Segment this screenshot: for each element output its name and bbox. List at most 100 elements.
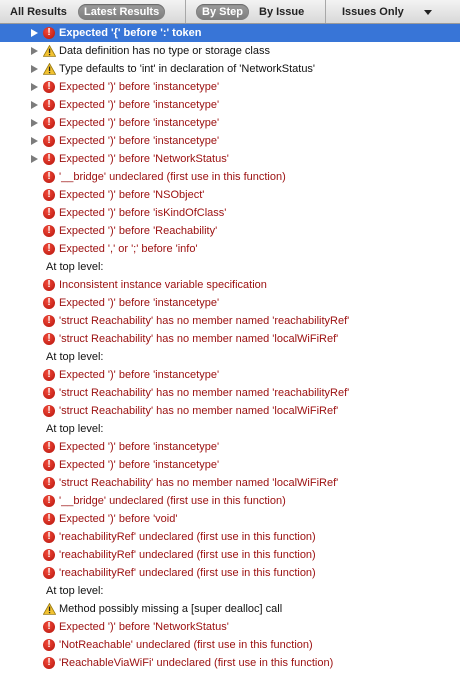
issue-message: 'struct Reachability' has no member name… (59, 315, 350, 327)
error-icon: ! (43, 441, 55, 453)
view-by-step[interactable]: By Step (196, 4, 249, 20)
disclosure-triangle-icon[interactable] (31, 65, 38, 73)
error-icon: ! (43, 531, 55, 543)
issue-row[interactable]: ! Expected ')' before 'instancetype' (0, 438, 460, 456)
error-icon: ! (43, 369, 55, 381)
issue-row[interactable]: ! 'struct Reachability' has no member nam… (0, 384, 460, 402)
filter-latest-results[interactable]: Latest Results (78, 4, 166, 20)
disclosure-triangle-icon[interactable] (31, 119, 38, 127)
issue-row[interactable]: ! Expected ')' before 'instancetype' (0, 114, 460, 132)
section-header: At top level: (46, 585, 104, 597)
error-icon: ! (43, 81, 55, 93)
error-icon: ! (43, 657, 55, 669)
issue-message: '__bridge' undeclared (first use in this… (59, 495, 286, 507)
issue-row[interactable]: ! '__bridge' undeclared (first use in thi… (0, 168, 460, 186)
error-icon: ! (43, 243, 55, 255)
issue-message: Expected ')' before 'void' (59, 513, 178, 525)
error-icon: ! (43, 639, 55, 651)
issue-message: Expected '{' before ':' token (59, 27, 202, 39)
issue-row[interactable]: ! Expected ')' before 'instancetype' (0, 78, 460, 96)
issue-message: 'NotReachable' undeclared (first use in … (59, 639, 313, 651)
issue-message: Expected ')' before 'instancetype' (59, 441, 220, 453)
issue-row[interactable]: ! Expected ')' before 'NetworkStatus' (0, 150, 460, 168)
error-icon: ! (43, 567, 55, 579)
error-icon: ! (43, 135, 55, 147)
issue-message: Expected ')' before 'NSObject' (59, 189, 205, 201)
issue-row[interactable]: ! Inconsistent instance variable specific… (0, 276, 460, 294)
error-icon: ! (43, 549, 55, 561)
issue-row[interactable]: ! Expected ',' or ';' before 'info' (0, 240, 460, 258)
issue-message: Expected ',' or ';' before 'info' (59, 243, 198, 255)
view-by-issue[interactable]: By Issue (259, 4, 304, 20)
issue-message: Expected ')' before 'instancetype' (59, 117, 220, 129)
issue-row[interactable]: ! 'reachabilityRef' undeclared (first use… (0, 528, 460, 546)
chevron-down-icon[interactable] (424, 10, 432, 15)
disclosure-triangle-icon[interactable] (31, 101, 38, 109)
error-icon: ! (43, 513, 55, 525)
build-results-toolbar: All Results Latest Results By Step By Is… (0, 0, 460, 24)
warning-icon (42, 602, 57, 615)
warning-icon (42, 44, 57, 57)
error-icon: ! (43, 27, 55, 39)
issue-row[interactable]: ! Expected ')' before 'Reachability' (0, 222, 460, 240)
issue-message: '__bridge' undeclared (first use in this… (59, 171, 286, 183)
error-icon: ! (43, 99, 55, 111)
issue-message: Expected ')' before 'instancetype' (59, 99, 220, 111)
disclosure-triangle-icon[interactable] (31, 155, 38, 163)
disclosure-triangle-icon[interactable] (31, 29, 38, 37)
error-icon: ! (43, 207, 55, 219)
issue-message: Expected ')' before 'NetworkStatus' (59, 621, 229, 633)
section-header: At top level: (46, 351, 104, 363)
filter-all-results[interactable]: All Results (10, 4, 67, 20)
issue-row[interactable]: ! 'reachabilityRef' undeclared (first use… (0, 564, 460, 582)
issue-row[interactable]: ! 'reachabilityRef' undeclared (first use… (0, 546, 460, 564)
issue-message: Inconsistent instance variable specifica… (59, 279, 267, 291)
issue-row[interactable]: ! '__bridge' undeclared (first use in thi… (0, 492, 460, 510)
issue-row[interactable]: Data definition has no type or storage c… (0, 42, 460, 60)
issue-message: 'struct Reachability' has no member name… (59, 477, 339, 489)
issue-row[interactable]: ! Expected ')' before 'NSObject' (0, 186, 460, 204)
issue-row[interactable]: ! 'struct Reachability' has no member nam… (0, 312, 460, 330)
issue-message: Expected ')' before 'instancetype' (59, 81, 220, 93)
issue-row[interactable]: ! 'NotReachable' undeclared (first use in… (0, 636, 460, 654)
issue-row[interactable]: ! Expected ')' before 'isKindOfClass' (0, 204, 460, 222)
issue-message: 'reachabilityRef' undeclared (first use … (59, 549, 316, 561)
warning-icon (42, 62, 57, 75)
issue-row[interactable]: ! 'ReachableViaWiFi' undeclared (first us… (0, 654, 460, 672)
error-icon: ! (43, 279, 55, 291)
issues-only-popup[interactable]: Issues Only (342, 4, 404, 20)
section-header: At top level: (46, 423, 104, 435)
issue-row[interactable]: Type defaults to 'int' in declaration of… (0, 60, 460, 78)
issue-row[interactable]: ! Expected ')' before 'instancetype' (0, 456, 460, 474)
error-icon: ! (43, 495, 55, 507)
toolbar-divider (185, 0, 186, 23)
issue-row[interactable]: ! Expected ')' before 'instancetype' (0, 96, 460, 114)
issue-row[interactable]: ! Expected ')' before 'instancetype' (0, 294, 460, 312)
error-icon: ! (43, 621, 55, 633)
error-icon: ! (43, 477, 55, 489)
disclosure-triangle-icon[interactable] (31, 83, 38, 91)
error-icon: ! (43, 189, 55, 201)
issue-row[interactable]: ! Expected ')' before 'void' (0, 510, 460, 528)
issue-row[interactable]: ! 'struct Reachability' has no member nam… (0, 402, 460, 420)
disclosure-triangle-icon[interactable] (31, 137, 38, 145)
error-icon: ! (43, 405, 55, 417)
issue-message: Expected ')' before 'Reachability' (59, 225, 218, 237)
issue-message: Expected ')' before 'NetworkStatus' (59, 153, 229, 165)
issue-row[interactable]: ! Expected ')' before 'instancetype' (0, 366, 460, 384)
issue-message: Expected ')' before 'isKindOfClass' (59, 207, 227, 219)
issue-row[interactable]: ! Expected ')' before 'instancetype' (0, 132, 460, 150)
issue-message: Expected ')' before 'instancetype' (59, 459, 220, 471)
issue-row[interactable]: ! Expected ')' before 'NetworkStatus' (0, 618, 460, 636)
issue-message: 'reachabilityRef' undeclared (first use … (59, 531, 316, 543)
section-header: At top level: (46, 261, 104, 273)
issue-row[interactable]: ! 'struct Reachability' has no member nam… (0, 474, 460, 492)
issue-row[interactable]: Method possibly missing a [super dealloc… (0, 600, 460, 618)
disclosure-triangle-icon[interactable] (31, 47, 38, 55)
error-icon: ! (43, 117, 55, 129)
issue-row[interactable]: ! 'struct Reachability' has no member nam… (0, 330, 460, 348)
issue-message: Expected ')' before 'instancetype' (59, 297, 220, 309)
error-icon: ! (43, 171, 55, 183)
issue-message: Method possibly missing a [super dealloc… (59, 603, 283, 615)
issue-row[interactable]: ! Expected '{' before ':' token (0, 24, 460, 42)
